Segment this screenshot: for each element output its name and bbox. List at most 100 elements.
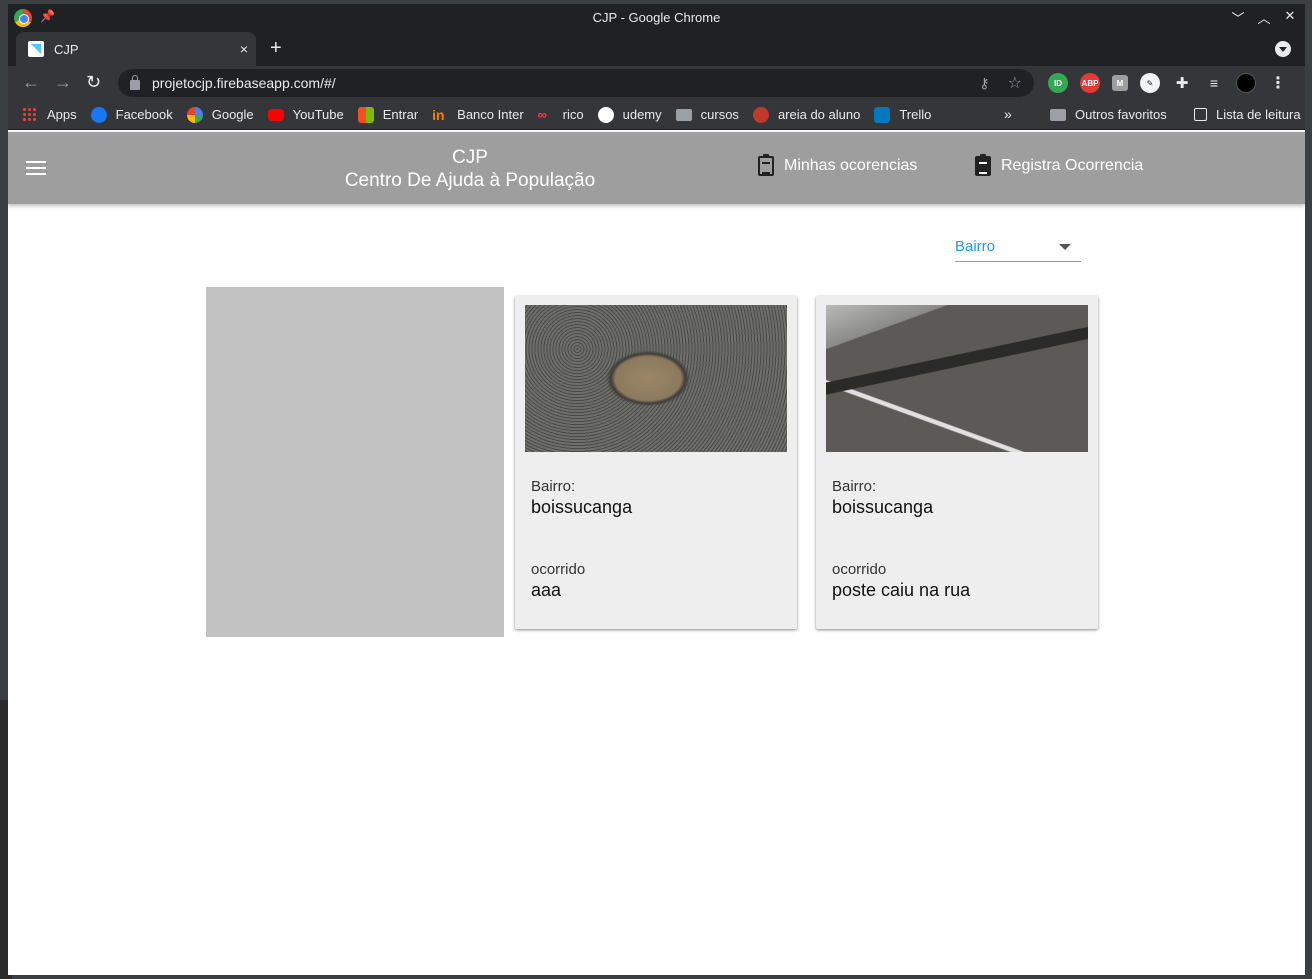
tab-search-icon[interactable] bbox=[1275, 41, 1291, 57]
fallen-pole-photo bbox=[826, 305, 1088, 452]
bookmark-cursos[interactable]: cursos bbox=[675, 107, 739, 122]
url-text[interactable]: projetocjp.firebaseapp.com/#/ bbox=[152, 75, 979, 91]
browser-window: 📌 CJP - Google Chrome ﹀ ︿ ✕ CJP × + ← → … bbox=[8, 4, 1305, 975]
youtube-icon bbox=[267, 108, 284, 121]
nav-minhas-label: Minhas ocorencias bbox=[784, 157, 918, 174]
bookmark-rico[interactable]: ∞ rico bbox=[538, 107, 584, 123]
areia-icon bbox=[752, 106, 769, 123]
extensions-area: ID ABP M ✎ ✚ ≡ ⋮ bbox=[1048, 73, 1288, 93]
bookmarks-bar: Apps Facebook Google YouTube Entrar in B… bbox=[8, 100, 1305, 130]
bookmark-label: Google bbox=[211, 107, 254, 122]
extension-green-icon[interactable]: ID bbox=[1048, 73, 1068, 93]
bookmark-udemy[interactable]: udemy bbox=[597, 106, 662, 123]
tab-title: CJP bbox=[54, 41, 79, 57]
extension-m-icon[interactable]: M bbox=[1112, 75, 1128, 91]
microsoft-icon bbox=[357, 106, 374, 123]
bookmark-google[interactable]: Google bbox=[186, 106, 254, 123]
udemy-icon bbox=[597, 106, 614, 123]
bookmark-label: YouTube bbox=[292, 107, 344, 122]
banco-inter-icon: in bbox=[432, 106, 445, 123]
clipboard-outline-icon bbox=[758, 154, 774, 176]
app-title-full: Centro De Ajuda à População bbox=[344, 170, 596, 191]
trello-icon bbox=[874, 106, 891, 123]
bookmark-other-favorites[interactable]: Outros favoritos bbox=[1050, 107, 1167, 122]
reading-list-label: Lista de leitura bbox=[1216, 107, 1301, 122]
dropdown-arrow-icon[interactable] bbox=[1059, 243, 1071, 250]
dropdown-label: Bairro bbox=[955, 238, 996, 255]
bookmark-star-icon[interactable]: ☆ bbox=[1008, 73, 1022, 93]
bairro-label: Bairro: bbox=[531, 478, 576, 495]
nav-registra-ocorrencia[interactable]: Registra Ocorrencia bbox=[975, 154, 1144, 176]
image-placeholder bbox=[206, 287, 504, 637]
tab-cjp[interactable]: CJP × bbox=[16, 32, 256, 66]
pothole-photo bbox=[525, 305, 787, 452]
bookmark-label: rico bbox=[562, 107, 584, 122]
occurrence-card[interactable]: Bairro: boissucanga ocorrido aaa bbox=[515, 296, 797, 629]
bookmark-label: Entrar bbox=[382, 107, 419, 122]
reading-list-icon bbox=[1194, 108, 1207, 121]
bookmark-apps[interactable]: Apps bbox=[22, 106, 77, 123]
extensions-puzzle-icon[interactable]: ✚ bbox=[1172, 73, 1192, 93]
bookmark-label: udemy bbox=[622, 107, 662, 122]
back-arrow-icon[interactable]: ← bbox=[22, 73, 40, 91]
rico-icon: ∞ bbox=[537, 106, 547, 122]
apps-grid-icon bbox=[22, 106, 38, 123]
key-icon[interactable]: ⚷ bbox=[979, 75, 989, 92]
app-title-short: CJP bbox=[452, 147, 488, 168]
bookmark-label: cursos bbox=[700, 107, 739, 122]
bookmark-label: Trello bbox=[899, 107, 932, 122]
other-favorites-label: Outros favoritos bbox=[1075, 107, 1167, 122]
bookmark-label: areia do aluno bbox=[777, 107, 861, 122]
bairro-value: boissucanga bbox=[832, 497, 934, 517]
occurrence-card[interactable]: Bairro: boissucanga ocorrido poste caiu … bbox=[816, 296, 1098, 629]
tab-strip: CJP × + bbox=[8, 32, 1305, 66]
lock-icon[interactable] bbox=[130, 75, 140, 90]
web-page: CJP Centro De Ajuda à População Minhas o… bbox=[8, 132, 1305, 975]
browser-toolbar: ← → ↻ projetocjp.firebaseapp.com/#/ ⚷ ☆ … bbox=[8, 66, 1305, 100]
bookmark-trello[interactable]: Trello bbox=[874, 106, 932, 123]
bookmark-facebook[interactable]: Facebook bbox=[90, 106, 173, 123]
bookmark-entrar[interactable]: Entrar bbox=[357, 106, 419, 123]
tab-close-icon[interactable]: × bbox=[240, 41, 248, 57]
app-title: CJP Centro De Ajuda à População bbox=[338, 146, 602, 192]
address-bar[interactable]: projetocjp.firebaseapp.com/#/ ⚷ ☆ bbox=[118, 69, 1034, 97]
bookmarks-overflow-icon[interactable]: » bbox=[1004, 106, 1012, 122]
media-control-icon[interactable]: ≡ bbox=[1204, 73, 1224, 93]
reload-icon[interactable]: ↻ bbox=[86, 73, 101, 91]
bookmark-label: Apps bbox=[47, 107, 77, 122]
nav-registra-label: Registra Ocorrencia bbox=[1001, 157, 1144, 174]
bairro-label: Bairro: bbox=[832, 478, 877, 495]
folder-icon bbox=[675, 108, 692, 121]
google-icon bbox=[186, 106, 203, 123]
bairro-dropdown[interactable]: Bairro bbox=[955, 232, 1081, 262]
bookmark-areia[interactable]: areia do aluno bbox=[752, 106, 861, 123]
hamburger-menu-icon[interactable] bbox=[26, 161, 46, 175]
bookmark-label: Banco Inter bbox=[457, 107, 524, 122]
maximize-icon[interactable]: ︿ bbox=[1257, 8, 1271, 27]
nav-minhas-ocorrencias[interactable]: Minhas ocorencias bbox=[758, 154, 918, 176]
bookmark-label: Facebook bbox=[115, 107, 173, 122]
app-bar: CJP Centro De Ajuda à População Minhas o… bbox=[8, 132, 1305, 204]
folder-icon bbox=[1050, 108, 1066, 121]
reading-list[interactable]: Lista de leitura bbox=[1194, 107, 1301, 122]
ocorrido-label: ocorrido bbox=[531, 561, 586, 578]
profile-avatar-icon[interactable] bbox=[1236, 73, 1256, 93]
clipboard-filled-icon bbox=[975, 154, 991, 176]
window-title: CJP - Google Chrome bbox=[592, 10, 721, 25]
forward-arrow-icon[interactable]: → bbox=[54, 73, 72, 91]
bookmark-youtube[interactable]: YouTube bbox=[267, 107, 344, 122]
close-window-icon[interactable]: ✕ bbox=[1283, 8, 1297, 27]
bairro-value: boissucanga bbox=[531, 497, 633, 517]
flutter-favicon-icon bbox=[28, 41, 44, 57]
extension-avatar-icon[interactable]: ✎ bbox=[1140, 73, 1160, 93]
facebook-icon bbox=[90, 106, 107, 123]
ocorrido-label: ocorrido bbox=[832, 561, 887, 578]
title-bar: 📌 CJP - Google Chrome ﹀ ︿ ✕ bbox=[8, 4, 1305, 32]
ocorrido-value: aaa bbox=[531, 580, 562, 600]
adblock-plus-icon[interactable]: ABP bbox=[1080, 73, 1100, 93]
bookmark-banco-inter[interactable]: in Banco Inter bbox=[432, 107, 524, 123]
window-controls: ﹀ ︿ ✕ bbox=[1231, 8, 1297, 27]
chrome-menu-icon[interactable]: ⋮ bbox=[1268, 73, 1288, 93]
minimize-icon[interactable]: ﹀ bbox=[1231, 8, 1245, 27]
new-tab-button[interactable]: + bbox=[270, 38, 282, 58]
